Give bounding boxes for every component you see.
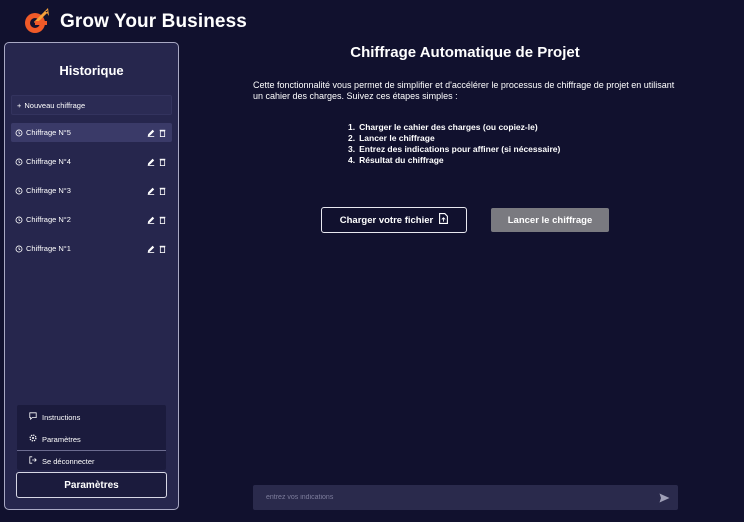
- history-icon: [15, 158, 23, 166]
- chat-bubble-icon: [29, 412, 37, 422]
- edit-icon[interactable]: [147, 216, 155, 224]
- edit-icon[interactable]: [147, 245, 155, 253]
- launch-quote-button[interactable]: Lancer le chiffrage: [491, 208, 609, 232]
- history-icon: [15, 245, 23, 253]
- history-sidebar: Historique + Nouveau chiffrage Chiffrage…: [4, 42, 179, 510]
- history-icon: [15, 187, 23, 195]
- step-item: 2. Lancer le chiffrage: [348, 133, 435, 143]
- instructions-menu-item[interactable]: Instructions: [29, 412, 80, 422]
- history-item-label: Chiffrage N°3: [26, 186, 71, 195]
- menu-divider: [17, 450, 166, 451]
- history-item-label: Chiffrage N°1: [26, 244, 71, 253]
- params-button[interactable]: Paramètres: [16, 472, 167, 498]
- brand-title: Grow Your Business: [60, 11, 247, 32]
- logout-menu-item[interactable]: Se déconnecter: [29, 456, 95, 466]
- trash-icon[interactable]: [159, 187, 166, 195]
- file-icon: [439, 213, 449, 227]
- trash-icon[interactable]: [159, 158, 166, 166]
- page-title: Chiffrage Automatique de Projet: [350, 44, 580, 61]
- sidebar-bottom-menu: Instructions Paramètres Se déconnecter: [17, 405, 166, 470]
- send-icon[interactable]: [650, 485, 678, 510]
- step-item: 1. Charger le cahier des charges (ou copi…: [348, 122, 538, 132]
- upload-button-label: Charger votre fichier: [339, 214, 434, 226]
- history-list: Chiffrage N°5 Chiffrage N°4 Chiffrage N°…: [11, 123, 172, 268]
- brand: Grow Your Business: [22, 8, 247, 36]
- edit-icon[interactable]: [147, 187, 155, 195]
- feature-description: Cette fonctionnalité vous permet de simp…: [253, 80, 675, 101]
- step-item: 4. Résultat du chiffrage: [348, 155, 444, 165]
- edit-icon[interactable]: [147, 158, 155, 166]
- sidebar-title: Historique: [59, 63, 124, 78]
- logout-label: Se déconnecter: [42, 456, 95, 466]
- history-item-label: Chiffrage N°2: [26, 215, 71, 224]
- gear-icon: [29, 434, 37, 444]
- settings-menu-item[interactable]: Paramètres: [29, 434, 81, 444]
- step-item: 3. Entrez des indications pour affiner (s…: [348, 144, 561, 154]
- logout-icon: [29, 456, 37, 466]
- history-item-5[interactable]: Chiffrage N°5: [11, 123, 172, 142]
- trash-icon[interactable]: [159, 245, 166, 253]
- trash-icon[interactable]: [159, 216, 166, 224]
- history-item-label: Chiffrage N°5: [26, 128, 71, 137]
- steps-list: 1. Charger le cahier des charges (ou copi…: [348, 122, 560, 166]
- history-icon: [15, 216, 23, 224]
- plus-icon: +: [17, 100, 22, 110]
- new-quote-label: Nouveau chiffrage: [24, 100, 86, 110]
- instructions-label: Instructions: [42, 412, 81, 422]
- history-item-3[interactable]: Chiffrage N°3: [11, 181, 172, 200]
- settings-label: Paramètres: [42, 434, 81, 444]
- indications-input[interactable]: [253, 485, 650, 510]
- new-quote-button[interactable]: + Nouveau chiffrage: [11, 95, 172, 115]
- history-item-2[interactable]: Chiffrage N°2: [11, 210, 172, 229]
- history-item-4[interactable]: Chiffrage N°4: [11, 152, 172, 171]
- indications-input-bar: [253, 485, 678, 510]
- edit-icon[interactable]: [147, 129, 155, 137]
- history-item-label: Chiffrage N°4: [26, 157, 71, 166]
- history-item-1[interactable]: Chiffrage N°1: [11, 239, 172, 258]
- history-icon: [15, 129, 23, 137]
- growth-flame-logo-icon: [22, 8, 50, 36]
- upload-file-button[interactable]: Charger votre fichier: [321, 207, 467, 233]
- trash-icon[interactable]: [159, 129, 166, 137]
